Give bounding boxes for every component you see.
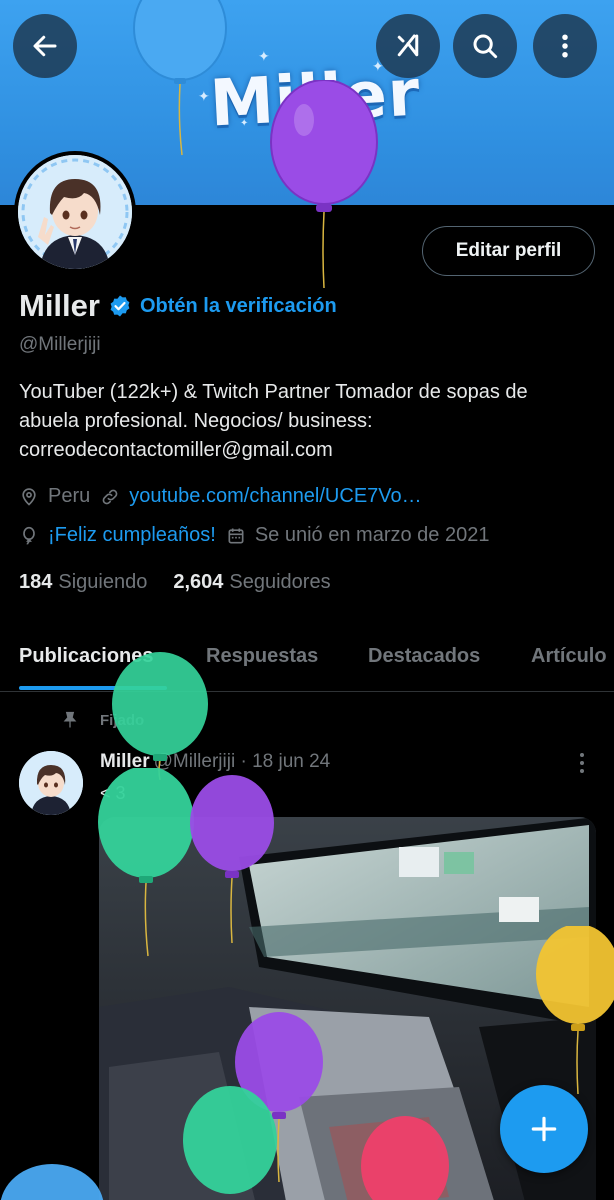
profile-meta-row: Peru youtube.com/channel/UCE7Vo… xyxy=(19,485,432,508)
following-label: Siguiendo xyxy=(58,571,148,593)
pinned-label: Fijado xyxy=(60,710,144,730)
compose-button[interactable] xyxy=(500,1085,588,1173)
avatar-image xyxy=(18,155,132,269)
plus-icon xyxy=(531,1116,557,1142)
tab-respuestas[interactable]: Respuestas xyxy=(206,645,318,668)
back-button[interactable] xyxy=(13,14,77,78)
tab-articulos[interactable]: Artículo xyxy=(531,645,607,668)
post-header: Miller @Millerjiji · 18 jun 24 xyxy=(100,751,330,773)
birthday-text[interactable]: ¡Feliz cumpleaños! xyxy=(48,524,216,547)
follow-stats: 184 Siguiendo 2,604 Seguidores xyxy=(19,571,331,594)
name-row: Miller Obtén la verificación xyxy=(19,288,337,324)
location-item: Peru xyxy=(19,485,90,508)
post-author-name[interactable]: Miller xyxy=(100,751,150,773)
website-item[interactable]: youtube.com/channel/UCE7Vo… xyxy=(100,485,422,508)
sparkle-icon: ✦ xyxy=(258,48,270,64)
followers-stat[interactable]: 2,604 Seguidores xyxy=(173,571,330,594)
post-more-icon[interactable] xyxy=(570,750,594,776)
followers-label: Seguidores xyxy=(229,571,331,593)
active-tab-indicator xyxy=(19,686,167,690)
post-text: < 3 xyxy=(100,783,126,803)
joined-text: Se unió en marzo de 2021 xyxy=(254,524,490,546)
tab-destacados[interactable]: Destacados xyxy=(368,645,480,668)
pin-icon xyxy=(63,711,77,728)
post-author-avatar[interactable] xyxy=(19,751,83,815)
balloon-icon xyxy=(23,526,35,544)
balloon-decoration xyxy=(0,1164,104,1200)
location-text: Peru xyxy=(48,485,91,507)
sparkle-icon: ✦ xyxy=(198,88,210,104)
followers-count: 2,604 xyxy=(173,571,224,593)
birthday-item[interactable]: ¡Feliz cumpleaños! xyxy=(19,524,216,547)
following-stat[interactable]: 184 Siguiendo xyxy=(19,571,147,594)
profile-bio: YouTuber (122k+) & Twitch Partner Tomado… xyxy=(19,381,528,461)
pinned-text: Fijado xyxy=(100,711,145,729)
grok-icon xyxy=(397,34,419,57)
location-pin-icon xyxy=(22,487,36,506)
search-button[interactable] xyxy=(453,14,517,78)
grok-button[interactable] xyxy=(376,14,440,78)
arrow-left-icon xyxy=(33,35,57,57)
tab-publicaciones[interactable]: Publicaciones xyxy=(19,645,154,668)
display-name: Miller xyxy=(19,288,100,323)
profile-avatar[interactable] xyxy=(14,151,136,273)
link-icon xyxy=(102,489,118,504)
following-count: 184 xyxy=(19,571,53,593)
profile-meta-row-2: ¡Feliz cumpleaños! Se unió en marzo de 2… xyxy=(19,524,499,547)
edit-profile-button[interactable]: Editar perfil xyxy=(422,226,595,276)
website-link[interactable]: youtube.com/channel/UCE7Vo… xyxy=(129,485,421,508)
more-vertical-icon xyxy=(562,34,568,58)
profile-tabs: Publicaciones Respuestas Destacados Artí… xyxy=(0,628,614,692)
verified-badge-icon xyxy=(110,295,130,317)
get-verified-link[interactable]: Obtén la verificación xyxy=(140,295,337,318)
profile-handle: @Millerjiji xyxy=(19,334,101,355)
search-icon xyxy=(473,34,498,59)
joined-item: Se unió en marzo de 2021 xyxy=(226,524,490,547)
calendar-icon xyxy=(228,528,244,543)
post-meta: @Millerjiji · 18 jun 24 xyxy=(153,751,331,772)
more-button[interactable] xyxy=(533,14,597,78)
